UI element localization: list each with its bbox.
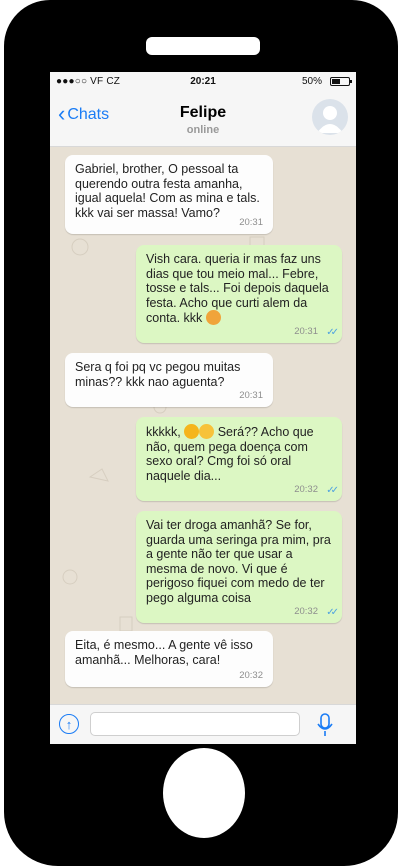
arrow-up-circle-icon[interactable]: ↑ [59,714,79,734]
grimace-emoji [199,424,215,439]
message-bubble[interactable]: Sera q foi pq vc pegou muitas minas?? kk… [65,353,273,407]
battery-icon [330,77,352,86]
message-input[interactable] [90,712,300,736]
home-button[interactable] [163,748,245,838]
message-text: Vai ter droga amanhã? Se for, guarda uma… [146,518,331,605]
message-time: 20:32 [294,605,318,617]
message-time: 20:31 [239,389,263,401]
message-bubble[interactable]: Eita, é mesmo... A gente vê isso amanhã.… [65,631,273,687]
contact-status: online [186,124,220,136]
message-bubble[interactable]: kkkkk, Será?? Acho que não, quem pega do… [136,417,342,501]
message-text: Vish cara. queria ir mas faz uns dias qu… [146,252,329,325]
message-time: 20:32 [239,669,263,681]
microphone-icon[interactable] [315,712,335,738]
chat-area[interactable]: Gabriel, brother, O pessoal ta querendo … [50,147,356,704]
avatar[interactable] [312,99,348,135]
message-bubble[interactable]: Gabriel, brother, O pessoal ta querendo … [65,155,273,234]
message-bubble[interactable]: Vish cara. queria ir mas faz uns dias qu… [136,245,342,343]
phone-speaker [146,37,260,55]
message-time: 20:31 [294,325,318,337]
contact-name[interactable]: Felipe [50,104,356,122]
message-text: Eita, é mesmo... A gente vê isso amanhã.… [75,638,253,667]
message-text: Gabriel, brother, O pessoal ta querendo … [75,162,260,220]
message-text-prefix: kkkkk, [146,425,181,439]
avatar-placeholder-icon [317,106,343,133]
message-input-bar: ↑ [50,704,356,744]
double-check-icon: ✓✓ [326,606,339,618]
sick-face-emoji [205,310,221,325]
message-bubble[interactable]: Vai ter droga amanhã? Se for, guarda uma… [136,511,342,623]
double-check-icon: ✓✓ [326,484,339,496]
chat-header: ‹ Chats Felipe online [50,92,356,147]
message-text: Sera q foi pq vc pegou muitas minas?? kk… [75,360,241,389]
message-time: 20:31 [239,216,263,228]
message-time: 20:32 [294,483,318,495]
status-bar: ●●●○○ VF CZ 20:21 50% [50,72,356,92]
double-check-icon: ✓✓ [326,326,339,338]
phone-screen: ●●●○○ VF CZ 20:21 50% ‹ Chats Felipe onli… [50,72,356,744]
battery-percentage: 50% [301,76,322,87]
dizzy-face-emoji [184,424,200,439]
